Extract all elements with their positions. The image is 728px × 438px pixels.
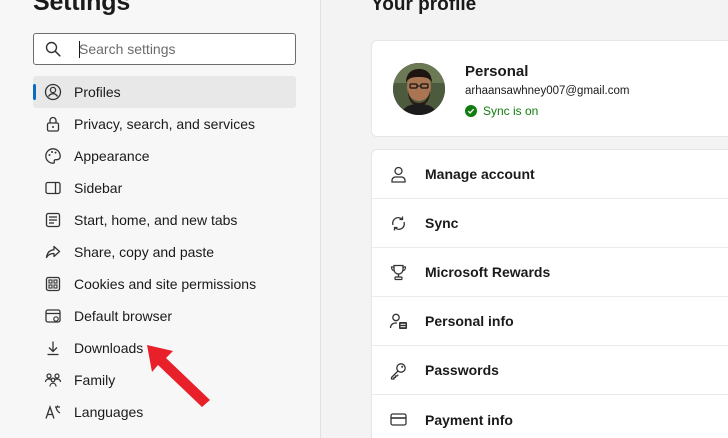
sidebar-item-share[interactable]: Share, copy and paste bbox=[33, 236, 296, 268]
sidebar-item-label: Cookies and site permissions bbox=[74, 276, 257, 292]
languages-icon bbox=[45, 405, 61, 419]
search-input[interactable] bbox=[79, 39, 284, 59]
menu-item-sync[interactable]: Sync bbox=[372, 199, 728, 248]
annotation-arrow bbox=[147, 345, 210, 407]
menu-item-label: Microsoft Rewards bbox=[425, 264, 551, 280]
check-circle-icon bbox=[465, 105, 477, 117]
profile-icon bbox=[44, 83, 62, 101]
sync-status: Sync is on bbox=[465, 104, 538, 118]
sidebar-icon bbox=[45, 181, 61, 195]
download-icon bbox=[47, 341, 59, 356]
page-title: Your profile bbox=[371, 0, 477, 15]
menu-item-manage-account[interactable]: Manage account bbox=[372, 150, 728, 199]
profile-email: arhaansawhney007@gmail.com bbox=[465, 85, 630, 97]
menu-item-label: Payment info bbox=[425, 411, 513, 428]
palette-icon bbox=[45, 148, 61, 164]
key-icon bbox=[390, 363, 406, 380]
profile-name: Personal bbox=[465, 63, 529, 80]
menu-item-payment-info[interactable]: Payment info bbox=[372, 395, 728, 438]
sidebar-item-label: Appearance bbox=[74, 148, 150, 164]
family-icon bbox=[44, 373, 62, 387]
sidebar-item-label: Privacy, search, and services bbox=[74, 116, 256, 132]
menu-item-label: Manage account bbox=[425, 166, 535, 182]
sidebar-item-appearance[interactable]: Appearance bbox=[33, 140, 296, 172]
lock-icon bbox=[46, 116, 60, 132]
sidebar-item-label: Sidebar bbox=[74, 180, 123, 196]
sidebar-item-label: Share, copy and paste bbox=[74, 244, 215, 260]
sync-status-label: Sync is on bbox=[483, 104, 539, 118]
person-icon bbox=[391, 166, 406, 183]
sidebar-item-sidebar[interactable]: Sidebar bbox=[33, 172, 296, 204]
sync-icon bbox=[392, 216, 405, 231]
sidebar-item-label: Languages bbox=[74, 404, 144, 420]
personal-info-icon bbox=[389, 313, 407, 329]
sidebar-item-label: Family bbox=[74, 372, 116, 388]
search-settings-box[interactable] bbox=[33, 33, 296, 65]
search-icon bbox=[45, 41, 61, 57]
sidebar-item-profiles[interactable]: Profiles bbox=[33, 76, 296, 108]
profile-menu: Manage account Sync Microsoft Rewards Pe… bbox=[371, 149, 728, 438]
sidebar-item-start-home[interactable]: Start, home, and new tabs bbox=[33, 204, 296, 236]
sidebar-item-label: Profiles bbox=[74, 84, 121, 100]
profile-card: Personal arhaansawhney007@gmail.com Sync… bbox=[371, 40, 728, 137]
sidebar-item-privacy[interactable]: Privacy, search, and services bbox=[33, 108, 296, 140]
avatar-photo bbox=[393, 63, 445, 115]
credit-card-icon bbox=[390, 413, 407, 426]
sidebar-item-default-browser[interactable]: Default browser bbox=[33, 300, 296, 332]
home-tabs-icon bbox=[45, 212, 61, 228]
sidebar-item-label: Default browser bbox=[74, 308, 173, 324]
sidebar-item-label: Downloads bbox=[74, 340, 144, 356]
browser-icon bbox=[45, 309, 61, 323]
text-caret bbox=[79, 41, 80, 58]
cookie-icon bbox=[45, 276, 61, 292]
settings-title: Settings bbox=[33, 0, 131, 16]
menu-item-personal-info[interactable]: Personal info bbox=[372, 297, 728, 346]
menu-item-label: Sync bbox=[425, 215, 459, 231]
settings-sidebar: Settings Profiles Privacy, search, a bbox=[0, 0, 321, 438]
sidebar-item-label: Start, home, and new tabs bbox=[74, 212, 238, 228]
menu-item-label: Passwords bbox=[425, 362, 499, 378]
share-icon bbox=[45, 245, 61, 259]
avatar[interactable] bbox=[393, 63, 445, 115]
menu-item-label: Personal info bbox=[425, 313, 514, 329]
trophy-icon bbox=[390, 264, 407, 281]
sidebar-item-cookies[interactable]: Cookies and site permissions bbox=[33, 268, 296, 300]
profile-panel: Your profile Personal arhaansawhney007@g… bbox=[322, 0, 728, 438]
menu-item-microsoft-rewards[interactable]: Microsoft Rewards bbox=[372, 248, 728, 297]
menu-item-passwords[interactable]: Passwords bbox=[372, 346, 728, 395]
